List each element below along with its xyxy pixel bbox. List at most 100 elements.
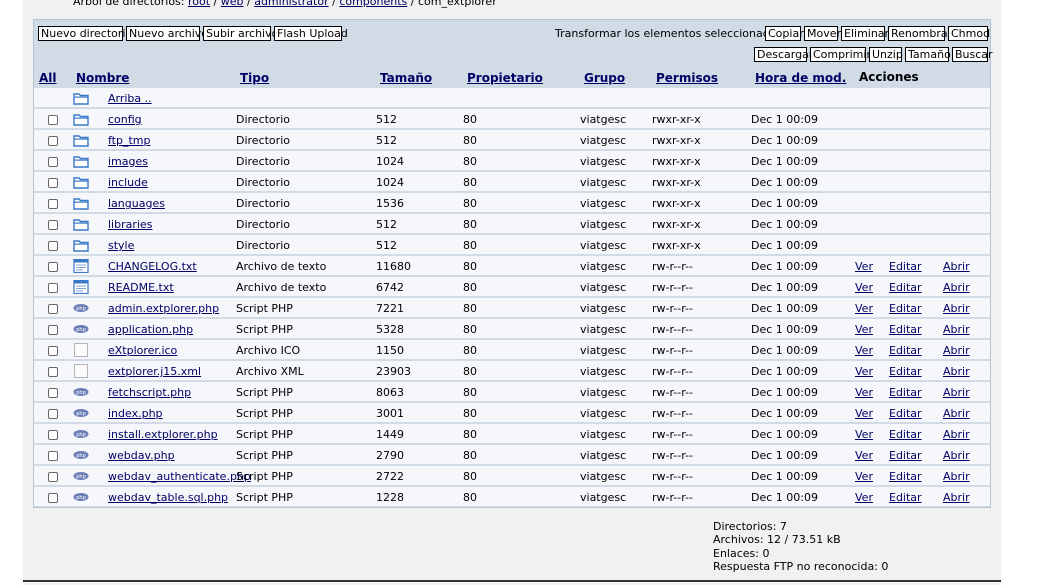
file-name-link[interactable]: webdav.php — [108, 449, 175, 462]
open-link[interactable]: Abrir — [943, 365, 970, 378]
file-row[interactable]: README.txt Archivo de texto 6742 80 viatgesc… — [34, 277, 990, 297]
file-permissions[interactable]: rwxr-xr-x — [652, 113, 701, 126]
open-link[interactable]: Abrir — [943, 323, 970, 336]
copy-button[interactable]: Copiar — [765, 26, 804, 41]
file-name-link[interactable]: install.extplorer.php — [108, 428, 218, 441]
file-name-link[interactable]: README.txt — [108, 281, 174, 294]
download-button[interactable]: Descargar — [754, 47, 813, 62]
edit-link[interactable]: Editar — [889, 365, 922, 378]
file-row[interactable]: php index.php Script PHP 3001 80 viatgesc rw-r… — [34, 403, 990, 423]
row-checkbox[interactable] — [48, 451, 58, 461]
open-link[interactable]: Abrir — [943, 449, 970, 462]
compress-button[interactable]: Comprimir — [810, 47, 871, 62]
row-checkbox[interactable] — [48, 367, 58, 377]
file-name-link[interactable]: fetchscript.php — [108, 386, 191, 399]
row-checkbox[interactable] — [48, 472, 58, 482]
row-checkbox[interactable] — [48, 493, 58, 503]
file-permissions[interactable]: rw-r--r-- — [652, 428, 693, 441]
new-file-button[interactable]: Nuevo archivo — [126, 26, 208, 41]
file-name-link[interactable]: CHANGELOG.txt — [108, 260, 197, 273]
file-row[interactable]: php application.php Script PHP 5328 80 viatge… — [34, 319, 990, 339]
file-name-link[interactable]: include — [108, 176, 148, 189]
permissions-column-header[interactable]: Permisos — [656, 71, 718, 85]
file-permissions[interactable]: rwxr-xr-x — [652, 176, 701, 189]
search-button[interactable]: Buscar — [952, 47, 993, 62]
row-checkbox[interactable] — [48, 430, 58, 440]
file-name-link[interactable]: application.php — [108, 323, 193, 336]
edit-link[interactable]: Editar — [889, 428, 922, 441]
row-checkbox[interactable] — [48, 136, 58, 146]
edit-link[interactable]: Editar — [889, 407, 922, 420]
open-link[interactable]: Abrir — [943, 470, 970, 483]
file-row[interactable]: config Directorio 512 80 viatgesc rwxr-xr-x De… — [34, 109, 990, 129]
file-row[interactable]: php install.extplorer.php Script PHP 1449 80… — [34, 424, 990, 444]
unzip-button[interactable]: Unzip — [869, 47, 903, 62]
file-row[interactable]: libraries Directorio 512 80 viatgesc rwxr-xr-… — [34, 214, 990, 234]
row-checkbox[interactable] — [48, 325, 58, 335]
file-permissions[interactable]: rw-r--r-- — [652, 449, 693, 462]
file-name-link[interactable]: ftp_tmp — [108, 134, 151, 147]
view-link[interactable]: Ver — [855, 407, 873, 420]
size-button[interactable]: Tamaño — [905, 47, 951, 62]
view-link[interactable]: Ver — [855, 491, 873, 504]
open-link[interactable]: Abrir — [943, 302, 970, 315]
file-name-link[interactable]: admin.extplorer.php — [108, 302, 219, 315]
file-permissions[interactable]: rwxr-xr-x — [652, 197, 701, 210]
file-name-link[interactable]: config — [108, 113, 142, 126]
breadcrumb-web[interactable]: web — [221, 0, 244, 8]
row-checkbox[interactable] — [48, 304, 58, 314]
breadcrumb-root[interactable]: root — [188, 0, 210, 8]
delete-button[interactable]: Eliminar — [841, 26, 889, 41]
row-checkbox[interactable] — [48, 157, 58, 167]
rename-button[interactable]: Renombrar — [888, 26, 952, 41]
size-column-header[interactable]: Tamaño — [380, 71, 432, 85]
owner-column-header[interactable]: Propietario — [467, 71, 543, 85]
file-row[interactable]: languages Directorio 1536 80 viatgesc rwxr-xr… — [34, 193, 990, 213]
row-checkbox[interactable] — [48, 241, 58, 251]
row-checkbox[interactable] — [48, 262, 58, 272]
edit-link[interactable]: Editar — [889, 344, 922, 357]
flash-upload-button[interactable]: Flash Upload — [274, 26, 348, 41]
name-column-header[interactable]: Nombre — [76, 71, 129, 85]
row-checkbox[interactable] — [48, 199, 58, 209]
row-checkbox[interactable] — [48, 283, 58, 293]
open-link[interactable]: Abrir — [943, 260, 970, 273]
view-link[interactable]: Ver — [855, 386, 873, 399]
file-permissions[interactable]: rwxr-xr-x — [652, 218, 701, 231]
type-column-header[interactable]: Tipo — [240, 71, 269, 85]
view-link[interactable]: Ver — [855, 344, 873, 357]
view-link[interactable]: Ver — [855, 260, 873, 273]
row-checkbox[interactable] — [48, 409, 58, 419]
edit-link[interactable]: Editar — [889, 470, 922, 483]
file-permissions[interactable]: rw-r--r-- — [652, 386, 693, 399]
open-link[interactable]: Abrir — [943, 344, 970, 357]
select-all-header[interactable]: All — [39, 71, 57, 85]
file-permissions[interactable]: rwxr-xr-x — [652, 155, 701, 168]
file-permissions[interactable]: rwxr-xr-x — [652, 239, 701, 252]
file-row[interactable]: php webdav_table.sql.php Script PHP 1228 80 v… — [34, 487, 990, 507]
file-name-link[interactable]: libraries — [108, 218, 152, 231]
parent-directory-link[interactable]: Arriba .. — [108, 92, 152, 105]
parent-directory-row[interactable]: Arriba .. — [34, 88, 990, 108]
file-permissions[interactable]: rw-r--r-- — [652, 323, 693, 336]
file-name-link[interactable]: style — [108, 239, 134, 252]
view-link[interactable]: Ver — [855, 281, 873, 294]
file-row[interactable]: php webdav.php Script PHP 2790 80 viatgesc rw-… — [34, 445, 990, 465]
edit-link[interactable]: Editar — [889, 323, 922, 336]
file-row[interactable]: ftp_tmp Directorio 512 80 viatgesc rwxr-xr-x D… — [34, 130, 990, 150]
view-link[interactable]: Ver — [855, 449, 873, 462]
open-link[interactable]: Abrir — [943, 281, 970, 294]
breadcrumb-administrator[interactable]: administrator — [254, 0, 328, 8]
row-checkbox[interactable] — [48, 346, 58, 356]
upload-file-button[interactable]: Subir archivo — [203, 26, 278, 41]
file-row[interactable]: eXtplorer.ico Archivo ICO 1150 80 viatgesc rw… — [34, 340, 990, 360]
file-permissions[interactable]: rw-r--r-- — [652, 302, 693, 315]
edit-link[interactable]: Editar — [889, 386, 922, 399]
file-permissions[interactable]: rw-r--r-- — [652, 470, 693, 483]
file-name-link[interactable]: languages — [108, 197, 165, 210]
file-row[interactable]: php admin.extplorer.php Script PHP 7221 80 vi… — [34, 298, 990, 318]
file-row[interactable]: CHANGELOG.txt Archivo de texto 11680 80 viat… — [34, 256, 990, 276]
file-permissions[interactable]: rwxr-xr-x — [652, 134, 701, 147]
file-row[interactable]: php fetchscript.php Script PHP 8063 80 viatge… — [34, 382, 990, 402]
open-link[interactable]: Abrir — [943, 428, 970, 441]
